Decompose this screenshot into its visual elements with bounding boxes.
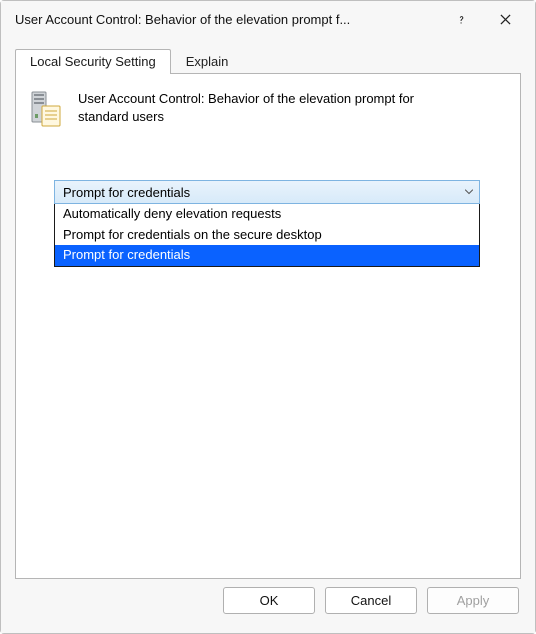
setting-dropdown-list[interactable]: Automatically deny elevation requests Pr…	[54, 203, 480, 267]
help-button[interactable]	[439, 4, 483, 34]
setting-dropdown-value: Prompt for credentials	[63, 185, 190, 200]
tabstrip: Local Security Setting Explain	[15, 47, 521, 73]
dropdown-option[interactable]: Prompt for credentials	[55, 245, 479, 266]
help-icon	[456, 14, 467, 25]
policy-header: User Account Control: Behavior of the el…	[30, 88, 506, 128]
tab-panel: User Account Control: Behavior of the el…	[15, 73, 521, 579]
dropdown-option[interactable]: Prompt for credentials on the secure des…	[55, 225, 479, 246]
policy-icon	[30, 88, 64, 128]
cancel-button[interactable]: Cancel	[325, 587, 417, 614]
close-button[interactable]	[483, 4, 527, 34]
setting-dropdown[interactable]: Prompt for credentials	[54, 180, 480, 204]
setting-control: Prompt for credentials Automatically den…	[54, 180, 480, 267]
titlebar: User Account Control: Behavior of the el…	[1, 1, 535, 37]
ok-button[interactable]: OK	[223, 587, 315, 614]
policy-title: User Account Control: Behavior of the el…	[78, 88, 458, 125]
button-bar: OK Cancel Apply	[1, 579, 535, 633]
chevron-down-icon	[465, 190, 473, 195]
tab-explain[interactable]: Explain	[171, 49, 244, 74]
dropdown-option[interactable]: Automatically deny elevation requests	[55, 204, 479, 225]
window-title: User Account Control: Behavior of the el…	[15, 12, 439, 27]
apply-button[interactable]: Apply	[427, 587, 519, 614]
client-area: Local Security Setting Explain	[1, 37, 535, 579]
close-icon	[500, 14, 511, 25]
properties-dialog: User Account Control: Behavior of the el…	[0, 0, 536, 634]
tab-local-security-setting[interactable]: Local Security Setting	[15, 49, 171, 74]
